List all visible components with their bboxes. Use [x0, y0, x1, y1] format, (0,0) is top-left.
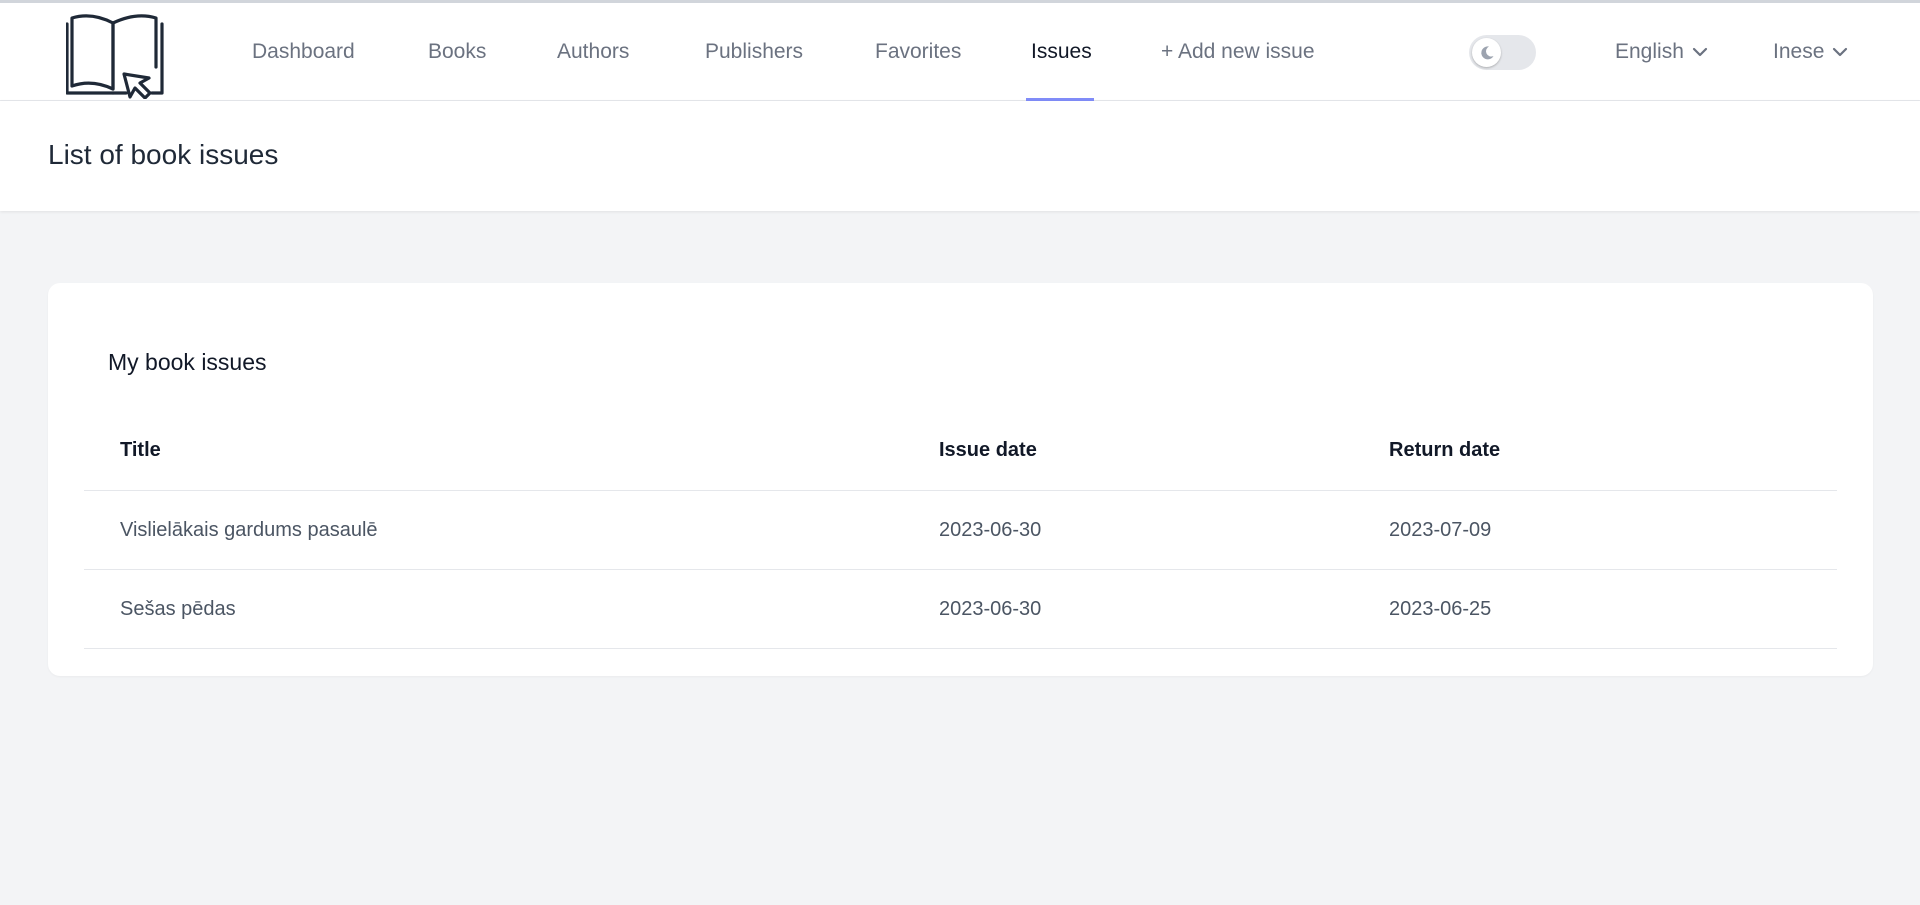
- user-dropdown[interactable]: Inese: [1773, 3, 1848, 101]
- book-issues-card: My book issues Title Issue date Return d…: [48, 283, 1873, 676]
- logo-icon[interactable]: [66, 9, 168, 99]
- nav-books[interactable]: Books: [428, 3, 486, 101]
- dark-mode-toggle[interactable]: [1469, 35, 1536, 70]
- nav-publishers[interactable]: Publishers: [705, 3, 803, 101]
- nav-dashboard[interactable]: Dashboard: [252, 3, 355, 101]
- toggle-knob: [1472, 38, 1501, 67]
- table-row: Sešas pēdas 2023-06-30 2023-06-25: [84, 570, 1837, 649]
- column-header-return-date: Return date: [1389, 439, 1501, 461]
- chevron-down-icon: [1833, 47, 1848, 57]
- nav-add-new-issue[interactable]: + Add new issue: [1161, 3, 1315, 101]
- table-header-row: Title Issue date Return date: [84, 411, 1837, 491]
- nav-authors[interactable]: Authors: [557, 3, 629, 101]
- return-date-cell: 2023-06-25: [1389, 597, 1492, 620]
- column-header-issue-date: Issue date: [939, 439, 1037, 461]
- language-dropdown[interactable]: English: [1615, 3, 1708, 101]
- return-date-cell: 2023-07-09: [1389, 518, 1492, 541]
- book-title-cell: Sešas pēdas: [120, 597, 236, 620]
- table-row: Vislielākais gardums pasaulē 2023-06-30 …: [84, 491, 1837, 570]
- page-header: List of book issues: [0, 101, 1920, 211]
- issue-date-cell: 2023-06-30: [939, 597, 1042, 620]
- chevron-down-icon: [1692, 47, 1707, 57]
- user-name: Inese: [1773, 40, 1825, 63]
- language-label: English: [1615, 40, 1684, 63]
- page-title: List of book issues: [48, 139, 279, 170]
- top-navigation: Dashboard Books Authors Publishers Favor…: [0, 0, 1920, 101]
- moon-icon: [1480, 45, 1493, 59]
- issue-date-cell: 2023-06-30: [939, 518, 1042, 541]
- card-title: My book issues: [108, 349, 267, 375]
- book-title-cell: Vislielākais gardums pasaulē: [120, 518, 378, 541]
- nav-favorites[interactable]: Favorites: [875, 3, 961, 101]
- nav-issues[interactable]: Issues: [1031, 3, 1092, 101]
- book-issues-table: Title Issue date Return date Vislielākai…: [84, 411, 1837, 649]
- column-header-title: Title: [120, 439, 161, 461]
